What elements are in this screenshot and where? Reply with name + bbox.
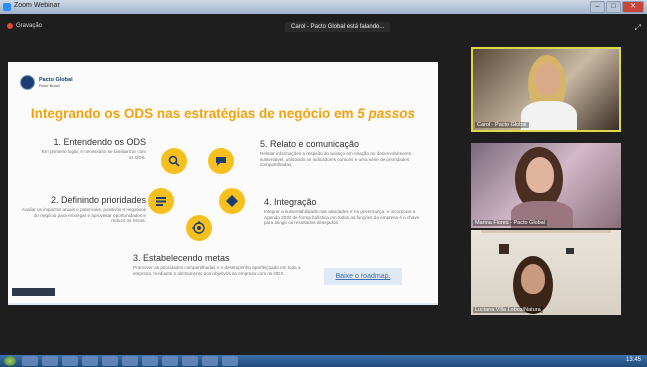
taskbar-app-icon[interactable] — [22, 356, 38, 366]
taskbar-app-icon[interactable] — [162, 356, 178, 366]
step-4-text: Integrar a sustentabilidade nas atividad… — [264, 209, 420, 226]
step-5-title: 5. Relato e comunicação — [260, 139, 360, 149]
record-dot-icon — [7, 23, 13, 29]
list-icon — [148, 188, 174, 214]
maximize-button[interactable]: □ — [606, 1, 621, 13]
participant-3-shelf — [481, 230, 611, 233]
participant-2-name: Marina Flores - Pacto Global — [473, 220, 547, 226]
step-4-title: 4. Integração — [264, 197, 317, 207]
step-5: 5. Relato e comunicação Relatar informaç… — [260, 139, 428, 168]
slide-logo: Pacto Global Rede Brasil — [20, 75, 73, 90]
slide-footer-bar — [12, 288, 55, 296]
taskbar-app-icon[interactable] — [182, 356, 198, 366]
minimize-button[interactable]: – — [590, 1, 605, 13]
step-3: 3. Estabelecendo metas Promover as prior… — [133, 253, 303, 276]
globe-icon — [20, 75, 35, 90]
step-3-text: Promover as prioridades compartilhadas e… — [133, 265, 301, 276]
active-speaker-banner: Carol - Pacto Global está falando... — [285, 22, 391, 32]
participant-1-shirt — [521, 101, 577, 130]
slide-title-main: Integrando os ODS nas estratégias de neg… — [30, 106, 358, 121]
taskbar-app-icon[interactable] — [82, 356, 98, 366]
puzzle-icon — [219, 188, 245, 214]
step-2-text: Avaliar os impactos atuais e potenciais,… — [21, 207, 146, 224]
taskbar-app-icon[interactable] — [62, 356, 78, 366]
windows-taskbar: 13:45 — [0, 355, 647, 367]
close-button[interactable]: ✕ — [622, 1, 644, 13]
step-5-text: Relatar informações a respeito do avanço… — [260, 151, 412, 168]
taskbar-app-icon[interactable] — [222, 356, 238, 366]
speech-bubble-icon — [208, 148, 234, 174]
participant-3-face — [521, 264, 545, 294]
participant-video-1[interactable]: Carol - Pacto Global — [471, 47, 621, 132]
taskbar-app-icon[interactable] — [122, 356, 138, 366]
fullscreen-icon[interactable]: ⤢ — [635, 23, 641, 33]
taskbar-clock[interactable]: 13:45 — [626, 357, 641, 363]
taskbar-apps — [22, 356, 238, 366]
window-title: Zoom Webinar — [14, 2, 60, 9]
logo-line-2: Rede Brasil — [39, 83, 60, 88]
recording-indicator: Gravação — [7, 23, 42, 29]
step-4: 4. Integração Integrar a sustentabilidad… — [264, 197, 424, 226]
slide-title-emphasis: 5 passos — [357, 106, 416, 121]
taskbar-app-icon[interactable] — [142, 356, 158, 366]
taskbar-app-icon[interactable] — [42, 356, 58, 366]
taskbar-app-icon[interactable] — [202, 356, 218, 366]
taskbar-app-icon[interactable] — [102, 356, 118, 366]
step-3-title: 3. Estabelecendo metas — [133, 253, 230, 263]
recording-label: Gravação — [16, 23, 43, 29]
slide-bottom-line — [8, 303, 438, 305]
window-controls: – □ ✕ — [590, 1, 644, 13]
step-1-text: Em primeiro lugar, é necessário se famil… — [41, 149, 146, 160]
participant-2-face — [526, 157, 554, 193]
window-titlebar: Zoom Webinar – □ ✕ — [0, 0, 647, 14]
participant-3-shelf-item — [566, 248, 574, 254]
target-icon — [186, 215, 212, 241]
participant-video-3[interactable]: Luciana Villa Lobos/Natura — [471, 230, 621, 315]
participant-3-name: Luciana Villa Lobos/Natura — [473, 307, 543, 313]
participant-3-shelf-item — [499, 244, 509, 254]
participant-1-face — [536, 63, 560, 95]
participant-1-name: Carol - Pacto Global — [475, 122, 529, 128]
step-2-title: 2. Definindo prioridades — [50, 195, 146, 205]
roadmap-link[interactable]: Baixe o roadmap. — [324, 268, 402, 285]
start-button-icon[interactable] — [4, 356, 16, 366]
step-1-title: 1. Entendendo os ODS — [53, 137, 146, 147]
step-1: 1. Entendendo os ODS Em primeiro lugar, … — [38, 137, 146, 160]
slide-title: Integrando os ODS nas estratégias de neg… — [8, 106, 438, 121]
zoom-app-icon — [3, 3, 11, 11]
shared-slide: Pacto Global Rede Brasil Integrando os O… — [8, 62, 438, 305]
participant-video-2[interactable]: Marina Flores - Pacto Global — [471, 143, 621, 228]
step-2: 2. Definindo prioridades Avaliar os impa… — [20, 195, 146, 224]
magnifier-icon — [161, 148, 187, 174]
